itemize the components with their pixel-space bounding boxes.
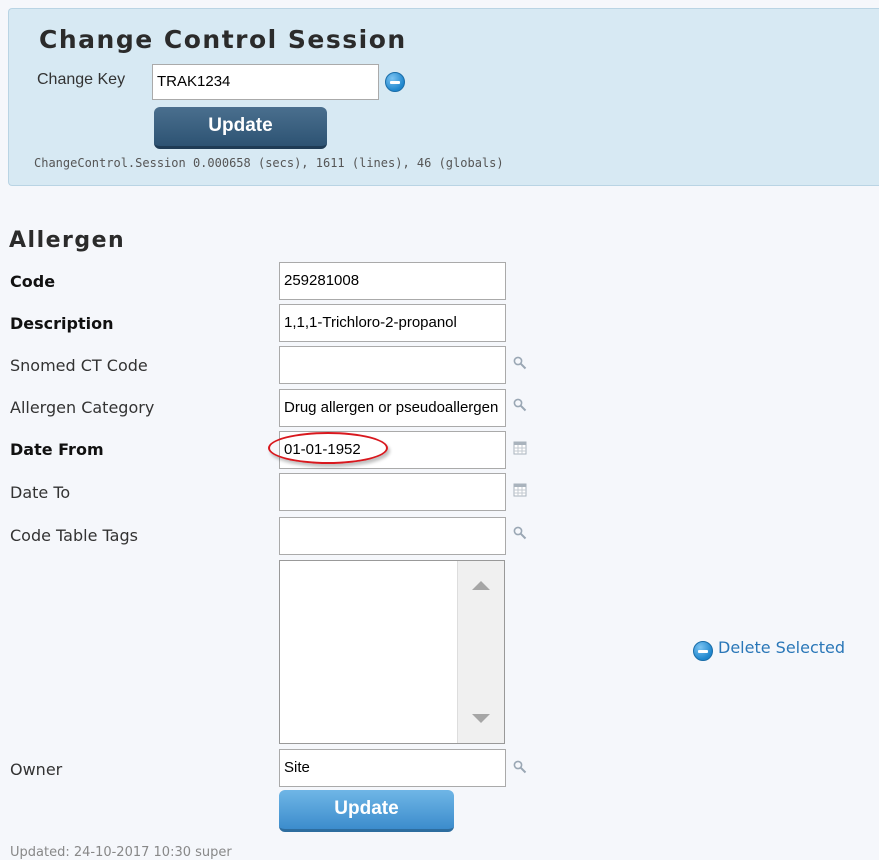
allergen-category-input[interactable]: Drug allergen or pseudoallergen <box>279 389 506 427</box>
list-scrollbar[interactable] <box>457 561 504 743</box>
code-table-tags-list[interactable] <box>279 560 505 744</box>
date-highlight-annotation <box>268 432 388 464</box>
code-table-tags-label: Code Table Tags <box>10 526 138 545</box>
remove-key-icon[interactable] <box>385 72 405 92</box>
search-icon[interactable] <box>513 398 527 412</box>
form-update-button[interactable]: Update <box>279 790 454 832</box>
search-icon[interactable] <box>513 526 527 540</box>
change-control-session-panel: Change Control Session Change Key TRAK12… <box>8 8 879 186</box>
description-input[interactable]: 1,1,1-Trichloro-2-propanol <box>279 304 506 342</box>
search-icon[interactable] <box>513 760 527 774</box>
code-table-tags-input[interactable] <box>279 517 506 555</box>
session-update-button[interactable]: Update <box>154 107 327 149</box>
date-from-label: Date From <box>10 440 104 459</box>
allergen-category-label: Allergen Category <box>10 398 155 417</box>
owner-label: Owner <box>10 760 63 779</box>
scroll-down-arrow-icon[interactable] <box>472 714 490 723</box>
snomed-ct-code-label: Snomed CT Code <box>10 356 148 375</box>
code-label: Code <box>10 272 56 291</box>
snomed-ct-code-input[interactable] <box>279 346 506 384</box>
date-to-label: Date To <box>10 483 71 502</box>
delete-selected-link[interactable]: Delete Selected <box>718 638 845 657</box>
updated-timestamp: Updated: 24-10-2017 10:30 super <box>10 845 232 860</box>
owner-input[interactable]: Site <box>279 749 506 787</box>
delete-selected-icon[interactable] <box>693 641 713 661</box>
date-to-input[interactable] <box>279 473 506 511</box>
change-key-input[interactable]: TRAK1234 <box>152 64 379 100</box>
code-input[interactable]: 259281008 <box>279 262 506 300</box>
scroll-up-arrow-icon[interactable] <box>472 581 490 590</box>
session-stats: ChangeControl.Session 0.000658 (secs), 1… <box>34 156 504 170</box>
session-title: Change Control Session <box>39 25 407 54</box>
calendar-icon[interactable] <box>513 483 527 497</box>
form-title: Allergen <box>9 228 126 253</box>
change-key-label: Change Key <box>37 71 126 88</box>
description-label: Description <box>10 314 114 333</box>
search-icon[interactable] <box>513 356 527 370</box>
calendar-icon[interactable] <box>513 441 527 455</box>
